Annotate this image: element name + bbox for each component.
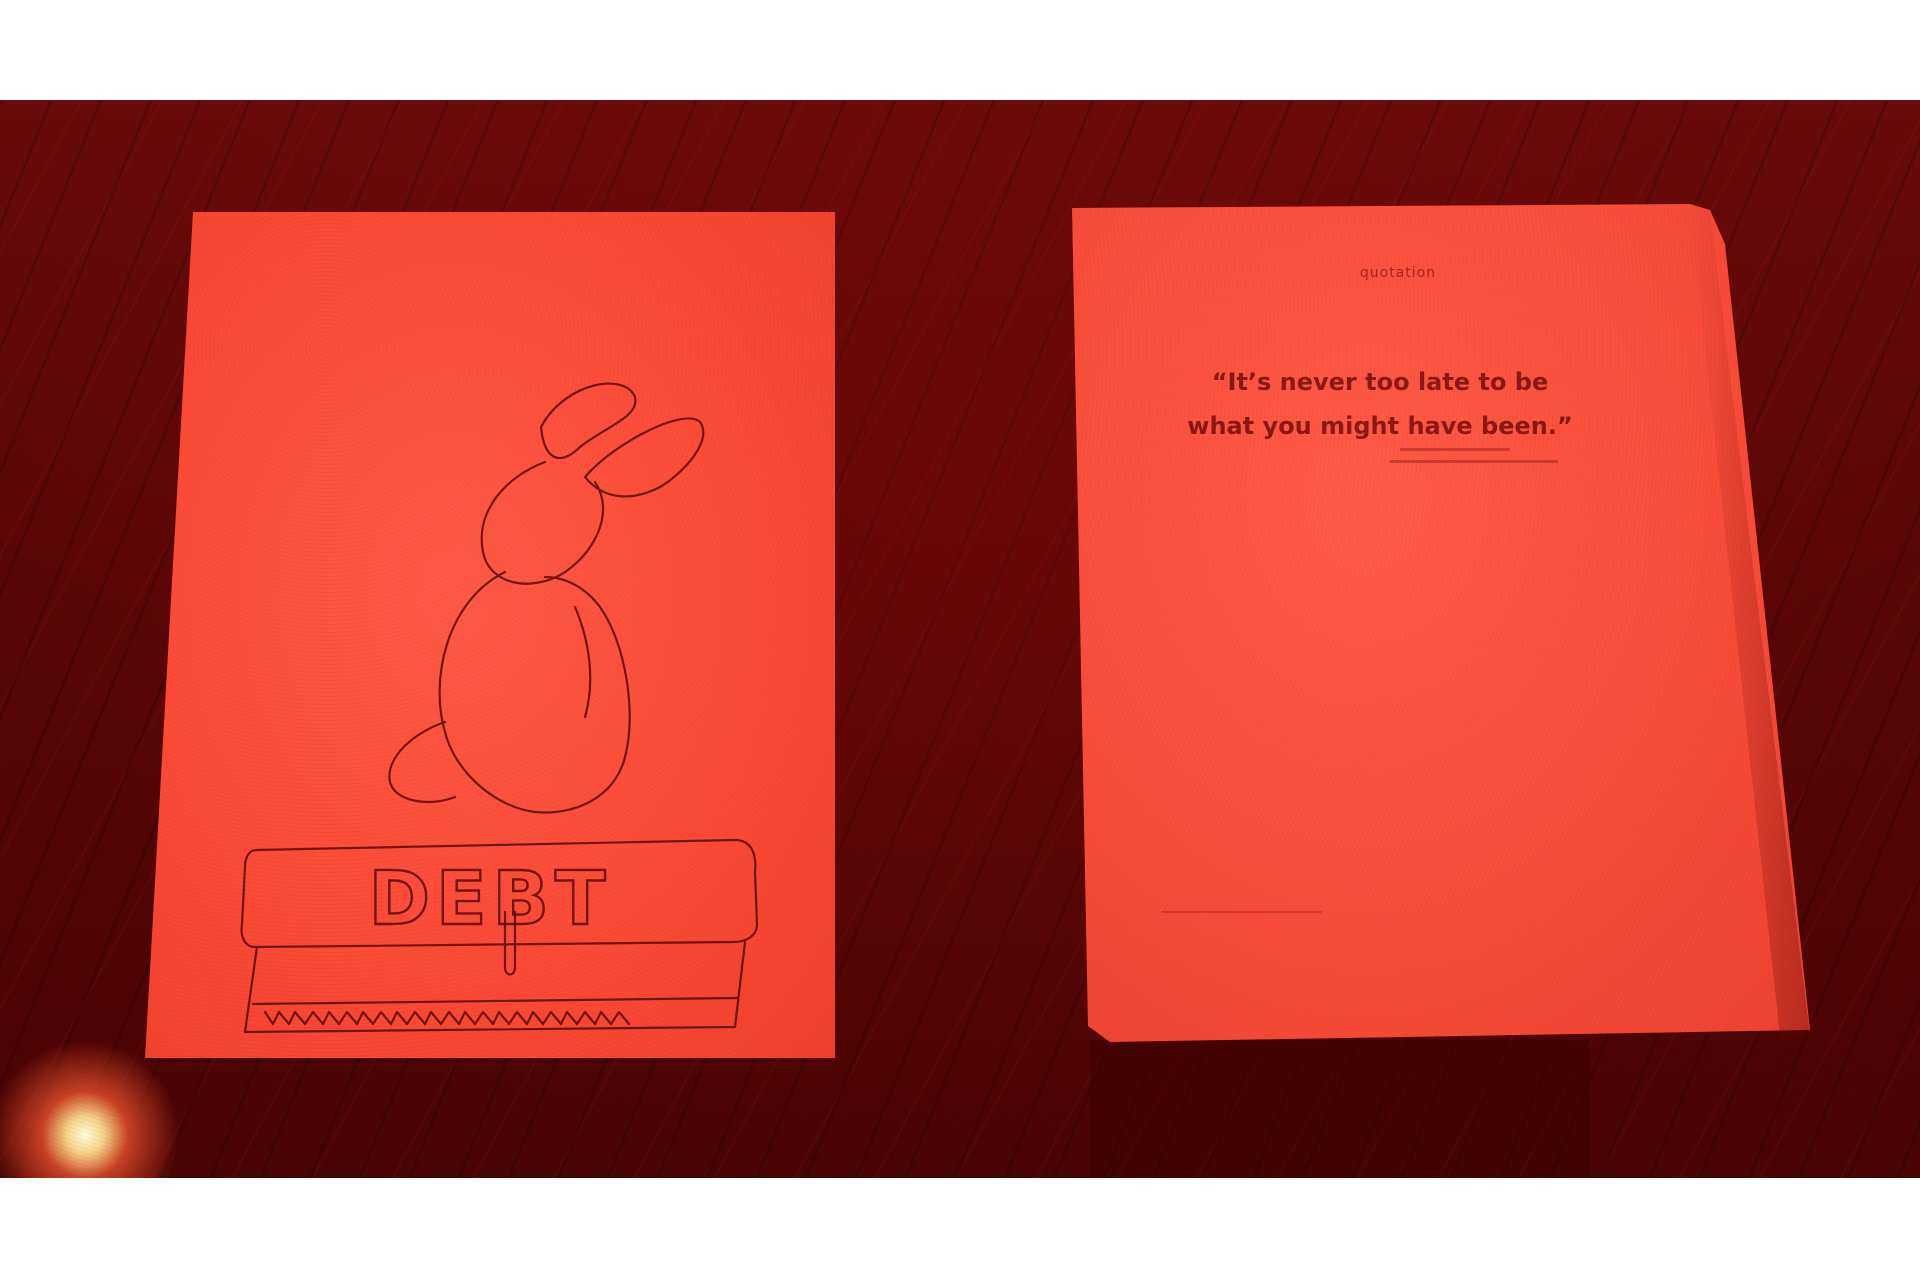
quote-attribution-blurred bbox=[1390, 448, 1558, 463]
base-hatching bbox=[263, 1010, 631, 1026]
rabbit-body bbox=[438, 570, 631, 814]
rabbit-head bbox=[480, 460, 605, 585]
table-shadow bbox=[1090, 1040, 1590, 1178]
drawing-sheet: DEBT bbox=[145, 212, 835, 1058]
rabbit-drawing: DEBT bbox=[240, 382, 759, 1034]
debt-text: DEBT bbox=[369, 856, 612, 942]
book-page bbox=[1072, 204, 1810, 1042]
quote-line-1: “It’s never too late to be bbox=[1211, 368, 1549, 396]
book-quote: “It’s never too late to be what you migh… bbox=[1170, 360, 1590, 448]
photo: DEBT quotation “It’s never too late to b… bbox=[0, 100, 1920, 1178]
book-footer-blurred bbox=[1162, 911, 1322, 913]
rabbit-back-line bbox=[573, 605, 592, 719]
rabbit-ear-right bbox=[583, 417, 705, 498]
base-line bbox=[251, 996, 739, 1006]
book-page-header: quotation bbox=[1359, 265, 1437, 281]
image-canvas: DEBT quotation “It’s never too late to b… bbox=[0, 0, 1920, 1280]
light-glare bbox=[0, 1040, 180, 1178]
